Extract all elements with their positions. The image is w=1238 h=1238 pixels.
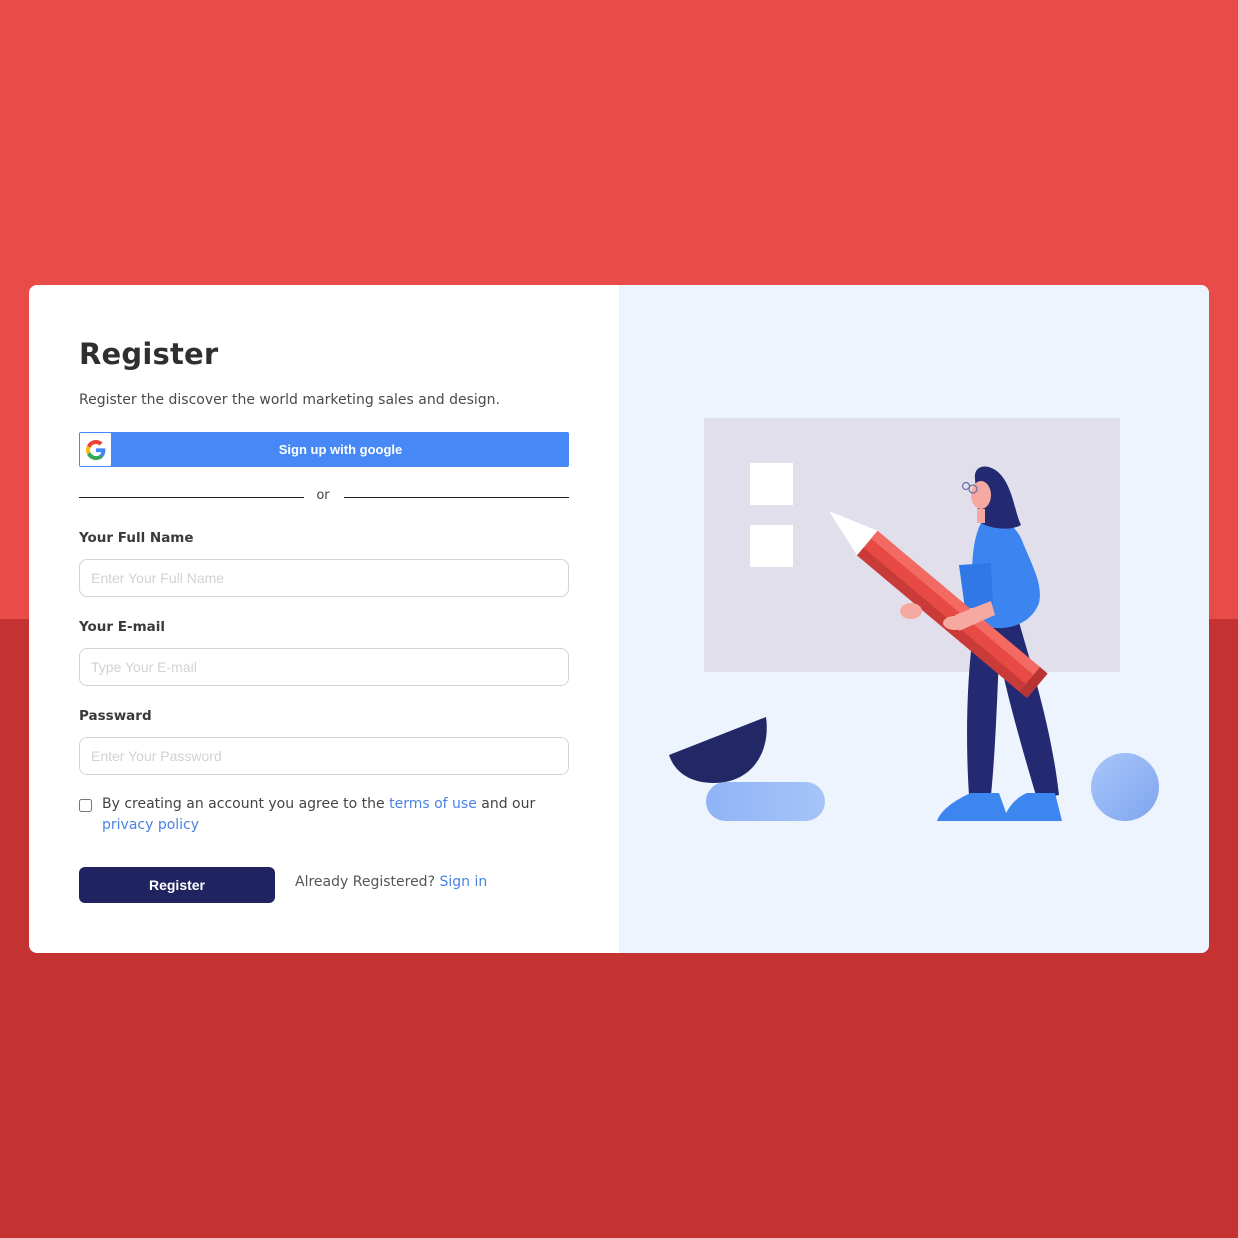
divider-line-left	[79, 497, 304, 498]
register-button[interactable]: Register	[79, 867, 275, 903]
already-registered-label: Already Registered?	[295, 874, 435, 890]
board-square-bottom	[750, 525, 793, 567]
board-square-top	[750, 463, 793, 505]
privacy-policy-link[interactable]: privacy policy	[102, 817, 199, 833]
agree-terms-checkbox[interactable]	[79, 799, 92, 812]
page-title: Register	[79, 337, 219, 371]
agreement-text-middle: and our	[481, 796, 536, 812]
left-hand	[900, 603, 922, 619]
woman-sleeve	[959, 563, 993, 609]
page-subtitle: Register the discover the world marketin…	[79, 392, 500, 408]
already-registered-text: Already Registered? Sign in	[295, 874, 487, 890]
agreement-text: By creating an account you agree to the …	[102, 794, 562, 836]
woman-neck	[977, 509, 985, 523]
terms-of-use-link[interactable]: terms of use	[389, 796, 477, 812]
google-signup-button[interactable]: Sign up with google	[79, 432, 569, 467]
google-g-icon	[80, 433, 111, 466]
ball-shape	[1091, 753, 1159, 821]
sign-in-link[interactable]: Sign in	[439, 874, 487, 890]
divider-or-text: or	[316, 488, 330, 503]
left-shoe	[937, 793, 1009, 821]
email-input[interactable]	[79, 648, 569, 686]
woman-holding-pencil-illustration	[669, 418, 1159, 821]
right-shoe	[1003, 793, 1062, 821]
full-name-input[interactable]	[79, 559, 569, 597]
agreement-text-before: By creating an account you agree to the	[102, 796, 385, 812]
pill-shape	[706, 782, 825, 821]
password-input[interactable]	[79, 737, 569, 775]
google-signup-label: Sign up with google	[278, 442, 403, 457]
register-form-panel: Register Register the discover the world…	[29, 285, 619, 953]
divider-line-right	[344, 497, 569, 498]
illustration-panel	[619, 285, 1209, 953]
register-card: Register Register the discover the world…	[29, 285, 1209, 953]
password-label: Passward	[79, 708, 152, 724]
full-name-label: Your Full Name	[79, 530, 194, 546]
half-bowl-shape	[669, 717, 767, 783]
email-label: Your E-mail	[79, 619, 166, 635]
